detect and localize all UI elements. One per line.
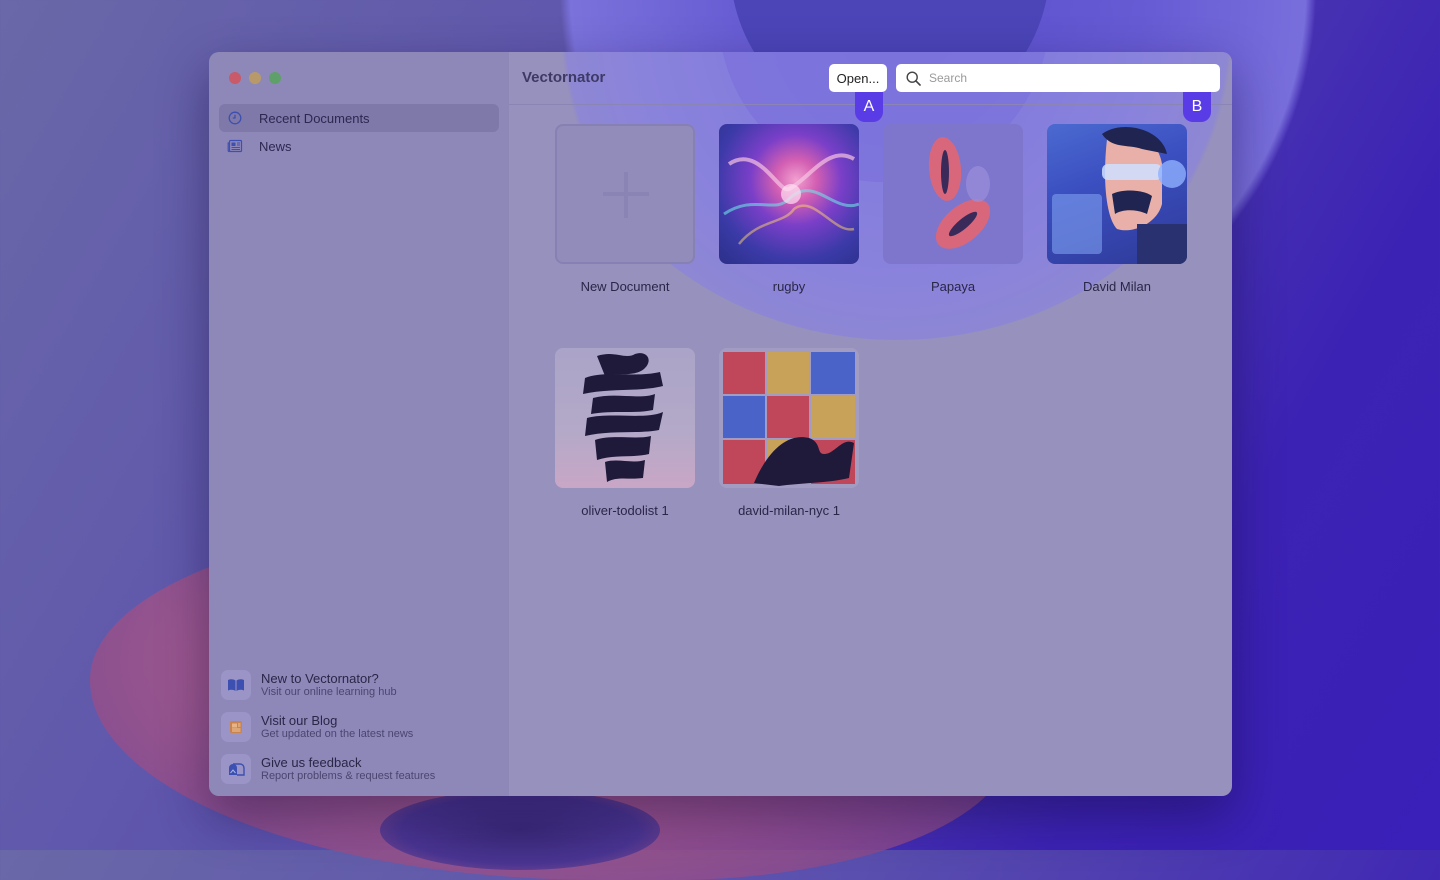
close-window-button[interactable] <box>229 72 241 84</box>
sidebar-item-news[interactable]: News <box>219 132 499 160</box>
search-icon <box>906 70 921 86</box>
zoom-window-button[interactable] <box>269 72 281 84</box>
document-thumbnail <box>719 348 859 488</box>
sidebar-item-label: Recent Documents <box>259 110 370 126</box>
document-thumbnail <box>555 348 695 488</box>
document-david-milan-nyc[interactable]: david-milan-nyc 1 <box>719 348 859 518</box>
open-button[interactable]: Open... <box>829 64 887 92</box>
wallpaper-seeds <box>380 790 660 870</box>
document-label: Papaya <box>930 279 976 294</box>
document-oliver-todolist[interactable]: oliver-todolist 1 <box>555 348 695 518</box>
mailbox-icon <box>221 754 251 784</box>
document-label: New Document <box>580 279 670 294</box>
document-thumbnail <box>1047 124 1187 264</box>
document-label: David Milan <box>1083 279 1151 294</box>
sidebar: Recent Documents News New to Vectornator… <box>209 52 510 796</box>
document-new[interactable]: New Document <box>555 124 695 294</box>
help-title: New to Vectornator? <box>261 671 379 686</box>
document-thumbnail <box>719 124 859 264</box>
document-label: rugby <box>772 279 806 294</box>
sidebar-nav: Recent Documents News <box>219 104 499 160</box>
document-thumbnail <box>883 124 1023 264</box>
document-david-milan[interactable]: David Milan <box>1047 124 1187 294</box>
search-field[interactable] <box>896 64 1220 92</box>
book-icon <box>221 670 251 700</box>
app-window: Recent Documents News New to Vectornator… <box>209 52 1232 796</box>
document-label: oliver-todolist 1 <box>581 503 669 518</box>
help-subtitle: Visit our online learning hub <box>261 686 397 698</box>
minimize-window-button[interactable] <box>249 72 261 84</box>
blog-icon <box>221 712 251 742</box>
help-learning-hub[interactable]: New to Vectornator? Visit our online lea… <box>221 670 501 700</box>
newspaper-icon <box>227 138 243 154</box>
help-feedback[interactable]: Give us feedback Report problems & reque… <box>221 754 501 784</box>
search-input[interactable] <box>927 70 1211 86</box>
sidebar-item-recent-documents[interactable]: Recent Documents <box>219 104 499 132</box>
help-subtitle: Get updated on the latest news <box>261 728 414 740</box>
help-blog[interactable]: Visit our Blog Get updated on the latest… <box>221 712 501 742</box>
sidebar-item-label: News <box>259 138 292 154</box>
window-controls <box>229 72 281 84</box>
help-subtitle: Report problems & request features <box>261 770 436 782</box>
document-papaya[interactable]: Papaya <box>883 124 1023 294</box>
hint-badge-a: A <box>855 92 883 122</box>
help-title: Visit our Blog <box>261 713 338 728</box>
document-thumbnail <box>555 124 695 264</box>
clock-icon <box>227 110 243 126</box>
hint-badge-b: B <box>1183 92 1211 122</box>
main-content: Vectornator Open... A B New Document <box>509 52 1232 796</box>
document-rugby[interactable]: rugby <box>719 124 859 294</box>
document-label: david-milan-nyc 1 <box>738 503 840 518</box>
app-title: Vectornator <box>522 69 606 86</box>
help-title: Give us feedback <box>261 755 362 770</box>
